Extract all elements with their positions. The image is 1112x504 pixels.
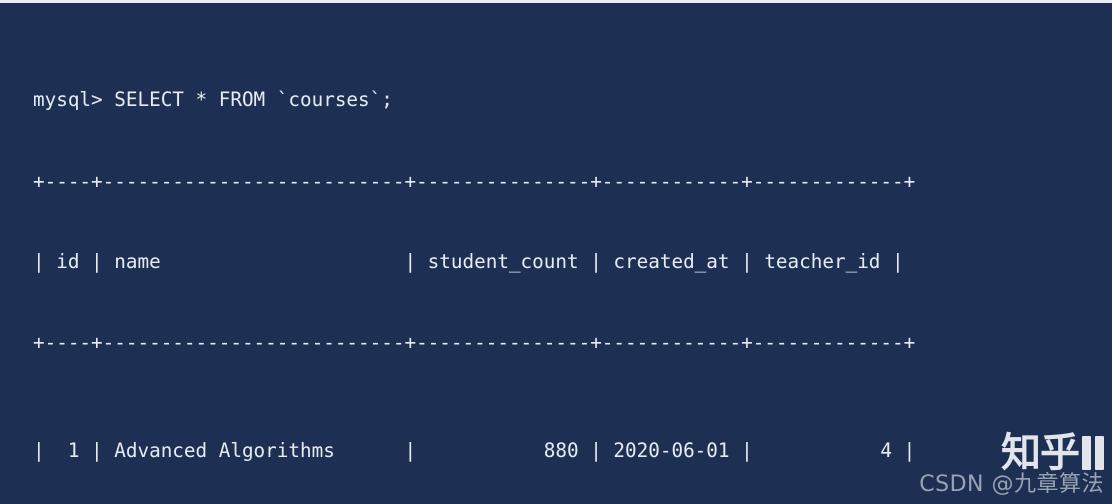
window-top-edge	[0, 0, 1112, 3]
zhihu-logo-icon: 知乎	[919, 430, 1104, 476]
terminal-window: mysql> SELECT * FROM `courses`; +----+--…	[0, 0, 1112, 504]
console-output: mysql> SELECT * FROM `courses`; +----+--…	[33, 33, 915, 504]
table-separator-header: +----+--------------------------+-------…	[33, 330, 916, 354]
table-header-row: | id | name | student_count | created_at…	[33, 250, 904, 274]
csdn-credit-text: CSDN @九章算法	[919, 472, 1104, 497]
zhihu-logo-text: 知乎	[1001, 430, 1080, 476]
table-row: | 1 | Advanced Algorithms | 880 | 2020-0…	[33, 438, 916, 462]
table-separator-top: +----+--------------------------+-------…	[33, 169, 916, 193]
zhihu-logo-bars-icon	[1082, 436, 1104, 472]
sql-prompt-line: mysql> SELECT * FROM `courses`;	[33, 87, 393, 111]
watermark: 知乎 CSDN @九章算法	[919, 430, 1104, 498]
